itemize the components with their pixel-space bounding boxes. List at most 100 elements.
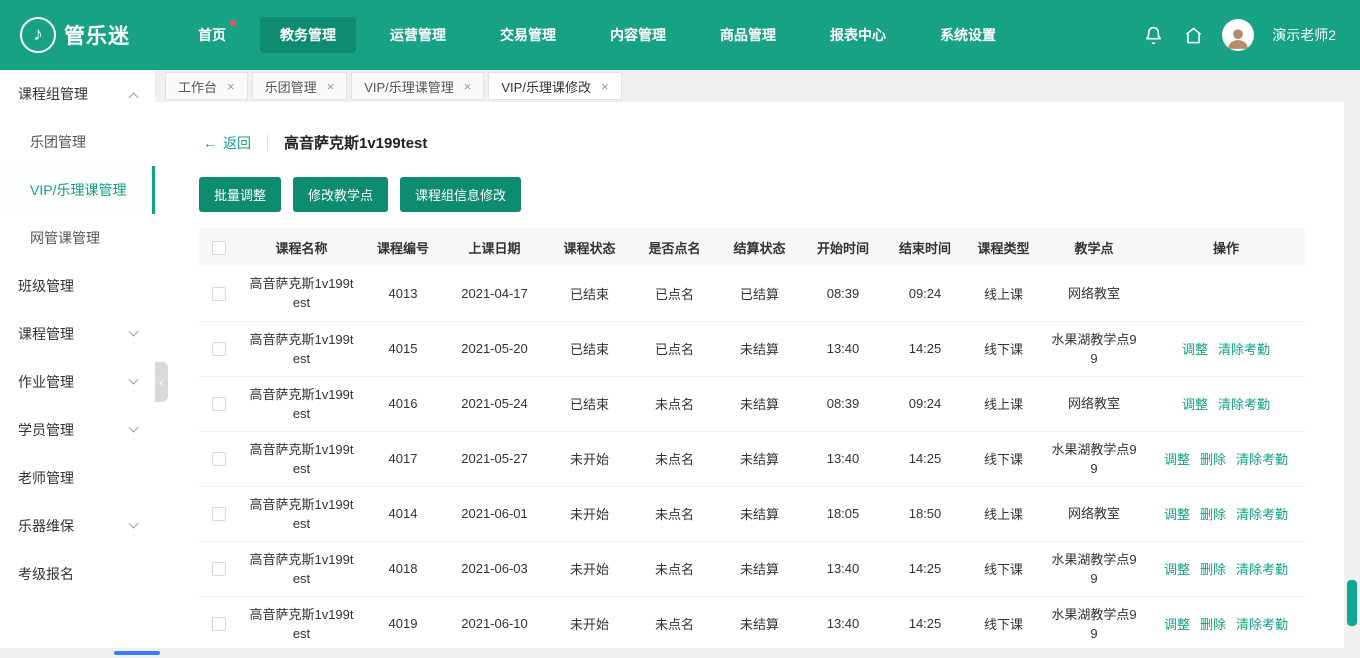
cell-rollcall: 未点名 [632, 486, 717, 542]
table-row: 高音萨克斯1v199test 4013 2021-04-17 已结束 已点名 已结算 08:… [199, 266, 1305, 322]
row-checkbox[interactable] [212, 507, 226, 522]
action-clear-attendance-link[interactable]: 清除考勤 [1236, 452, 1288, 467]
vertical-scrollbar-thumb[interactable] [1347, 580, 1357, 626]
action-adjust-link[interactable]: 调整 [1164, 617, 1190, 632]
close-icon[interactable]: × [327, 80, 335, 93]
sidebar-item-exam-registration[interactable]: 考级报名 [0, 550, 155, 598]
cell-status: 未开始 [547, 541, 632, 597]
action-clear-attendance-link[interactable]: 清除考勤 [1236, 507, 1288, 522]
nav-item-transactions[interactable]: 交易管理 [480, 17, 576, 53]
col-actions: 操作 [1147, 228, 1305, 266]
tab-vip-theory-mgmt[interactable]: VIP/乐理课管理 × [351, 72, 485, 100]
row-checkbox[interactable] [212, 342, 226, 357]
nav-item-settings[interactable]: 系统设置 [920, 17, 1016, 53]
sidebar-label: 学员管理 [18, 422, 74, 438]
cell-rollcall: 已点名 [632, 321, 717, 377]
tab-label: VIP/乐理课管理 [364, 79, 454, 95]
sidebar-item-course-group-mgmt[interactable]: 课程组管理 [0, 70, 155, 118]
back-button[interactable]: ← 返回 [203, 133, 251, 153]
nav-item-reports[interactable]: 报表中心 [810, 17, 906, 53]
sidebar-item-online-course-mgmt[interactable]: 网管课管理 [0, 214, 155, 262]
action-adjust-link[interactable]: 调整 [1182, 342, 1208, 357]
action-delete-link[interactable]: 删除 [1200, 452, 1226, 467]
vertical-scrollbar-track[interactable] [1344, 102, 1360, 648]
cell-date: 2021-05-24 [442, 376, 547, 432]
cell-start: 13:40 [802, 541, 884, 597]
table-row: 高音萨克斯1v199test 4016 2021-05-24 已结束 未点名 未结算 08:… [199, 376, 1305, 432]
batch-adjust-button[interactable]: 批量调整 [199, 177, 282, 212]
user-name[interactable]: 演示老师2 [1272, 25, 1336, 45]
action-clear-attendance-link[interactable]: 清除考勤 [1236, 617, 1288, 632]
close-icon[interactable]: × [601, 80, 609, 93]
action-adjust-link[interactable]: 调整 [1164, 507, 1190, 522]
sidebar-item-orchestra-mgmt[interactable]: 乐团管理 [0, 118, 155, 166]
action-adjust-link[interactable]: 调整 [1164, 562, 1190, 577]
nav-item-products[interactable]: 商品管理 [700, 17, 796, 53]
bell-icon[interactable] [1142, 24, 1164, 46]
cell-name: 高音萨克斯1v199test [239, 486, 364, 542]
row-checkbox[interactable] [212, 617, 226, 632]
row-checkbox-cell [199, 376, 239, 432]
row-checkbox[interactable] [212, 452, 226, 467]
sidebar-item-course-mgmt[interactable]: 课程管理 [0, 310, 155, 358]
col-end-time: 结束时间 [884, 228, 966, 266]
sidebar-item-homework-mgmt[interactable]: 作业管理 [0, 358, 155, 406]
edit-course-group-info-button[interactable]: 课程组信息修改 [400, 177, 522, 212]
cell-status: 已结束 [547, 266, 632, 322]
brand-name: 管乐迷 [64, 25, 130, 48]
sidebar-label: 课程管理 [18, 326, 74, 342]
select-all-checkbox[interactable] [212, 240, 226, 255]
cell-actions: 调整 删除 清除考勤 [1147, 596, 1305, 648]
main-nav: 首页 教务管理 运营管理 交易管理 内容管理 商品管理 报表中心 系统设置 [178, 17, 1016, 53]
cell-type: 线下课 [966, 431, 1041, 487]
nav-item-academic[interactable]: 教务管理 [260, 17, 356, 53]
edit-teaching-point-button[interactable]: 修改教学点 [293, 177, 389, 212]
tab-workbench[interactable]: 工作台 × [165, 72, 248, 100]
cell-actions: 调整 清除考勤 [1147, 376, 1305, 432]
sidebar-item-teacher-mgmt[interactable]: 老师管理 [0, 454, 155, 502]
action-adjust-link[interactable]: 调整 [1182, 397, 1208, 412]
close-icon[interactable]: × [227, 80, 235, 93]
cell-name: 高音萨克斯1v199test [239, 541, 364, 597]
sidebar-item-class-mgmt[interactable]: 班级管理 [0, 262, 155, 310]
action-delete-link[interactable]: 删除 [1200, 507, 1226, 522]
action-delete-link[interactable]: 删除 [1200, 562, 1226, 577]
brand-logo[interactable]: ♪ 管乐迷 [0, 17, 178, 53]
row-checkbox[interactable] [212, 397, 226, 412]
course-table: 课程名称 课程编号 上课日期 课程状态 是否点名 结算状态 开始时间 结束时间 … [199, 228, 1305, 648]
avatar[interactable] [1222, 19, 1255, 51]
action-clear-attendance-link[interactable]: 清除考勤 [1218, 397, 1270, 412]
action-adjust-link[interactable]: 调整 [1164, 452, 1190, 467]
horizontal-scrollbar-thumb[interactable] [114, 651, 160, 655]
col-course-code: 课程编号 [364, 228, 442, 266]
action-clear-attendance-link[interactable]: 清除考勤 [1236, 562, 1288, 577]
sidebar-item-vip-theory-mgmt[interactable]: VIP/乐理课管理 [0, 166, 155, 214]
nav-item-operations[interactable]: 运营管理 [370, 17, 466, 53]
sidebar-item-instrument-maintenance[interactable]: 乐器维保 [0, 502, 155, 550]
sidebar-item-student-mgmt[interactable]: 学员管理 [0, 406, 155, 454]
chevron-down-icon [128, 518, 139, 529]
sidebar-collapse-handle[interactable]: ‹ [155, 362, 168, 402]
table-row: 高音萨克斯1v199test 4015 2021-05-20 已结束 已点名 未结算 13:… [199, 321, 1305, 377]
cell-rollcall: 未点名 [632, 431, 717, 487]
cell-date: 2021-05-20 [442, 321, 547, 377]
chevron-up-icon [128, 91, 139, 102]
tab-orchestra-mgmt[interactable]: 乐团管理 × [251, 72, 348, 100]
action-delete-link[interactable]: 删除 [1200, 617, 1226, 632]
row-checkbox[interactable] [212, 562, 226, 577]
cell-location: 水果湖教学点99 [1041, 431, 1147, 487]
nav-item-home[interactable]: 首页 [178, 17, 246, 53]
action-clear-attendance-link[interactable]: 清除考勤 [1218, 342, 1270, 357]
nav-label: 交易管理 [500, 27, 556, 43]
cell-start: 18:05 [802, 486, 884, 542]
row-checkbox[interactable] [212, 287, 226, 302]
home-icon[interactable] [1182, 24, 1204, 46]
cell-settle: 未结算 [717, 596, 802, 648]
close-icon[interactable]: × [464, 80, 472, 93]
tab-vip-theory-edit[interactable]: VIP/乐理课修改 × [488, 72, 622, 100]
notification-dot [230, 20, 236, 26]
horizontal-scrollbar-track[interactable] [0, 648, 1344, 658]
brand-logo-icon: ♪ [20, 17, 56, 53]
nav-item-content[interactable]: 内容管理 [590, 17, 686, 53]
nav-label: 教务管理 [280, 27, 336, 43]
